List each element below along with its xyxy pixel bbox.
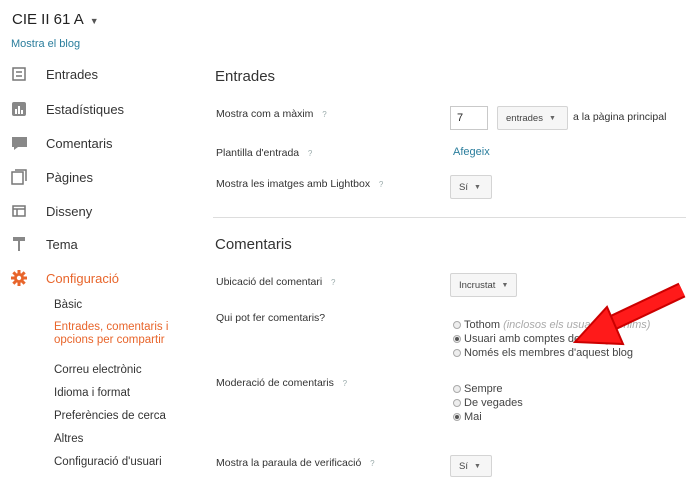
sidebar-subitem-language[interactable]: Idioma i format — [54, 387, 130, 400]
who-option-google-users[interactable]: Usuari amb comptes de Google — [453, 332, 619, 345]
who-option-members[interactable]: Només els membres d'aquest blog — [453, 346, 633, 359]
pages-icon — [10, 169, 28, 185]
radio-button[interactable] — [453, 384, 461, 393]
blog-name: CIE II 61 A — [12, 11, 84, 28]
sidebar-item-label: Disseny — [46, 203, 93, 219]
sidebar-subitem-label-line1: Entrades, comentaris i — [54, 321, 169, 333]
posts-icon — [10, 66, 28, 82]
comment-location-value: Incrustat — [459, 279, 496, 291]
radio-label: Només els membres d'aquest blog — [464, 346, 634, 359]
moderation-label-text: Moderació de comentaris — [216, 377, 334, 389]
radio-button[interactable] — [453, 320, 461, 329]
chevron-down-icon: ▼ — [89, 15, 99, 26]
help-icon[interactable]: ? — [367, 459, 377, 469]
sidebar-item-pages[interactable]: Pàgines — [10, 167, 93, 187]
help-icon[interactable]: ? — [305, 149, 315, 159]
help-icon[interactable]: ? — [328, 278, 338, 288]
moderation-label: Moderació de comentaris? — [216, 377, 350, 389]
sidebar-item-layout[interactable]: Disseny — [10, 201, 92, 221]
lightbox-select[interactable]: Sí ▼ — [450, 175, 492, 199]
sidebar-item-settings[interactable]: Configuració — [10, 268, 119, 288]
moderation-option-sometimes[interactable]: De vegades — [453, 396, 523, 409]
radio-label: Sempre — [464, 382, 503, 395]
chevron-down-icon: ▼ — [473, 183, 481, 191]
sidebar-subitem-search[interactable]: Preferències de cerca — [54, 410, 166, 423]
sidebar-subitem-other[interactable]: Altres — [54, 433, 83, 446]
sidebar-subitem-basic[interactable]: Bàsic — [54, 299, 82, 312]
radio-note: (inclosos els usuaris anònims) — [503, 318, 651, 331]
who-option-anyone[interactable]: Tothom (inclosos els usuaris anònims) — [453, 318, 650, 331]
captcha-label: Mostra la paraula de verificació? — [216, 457, 377, 469]
help-icon[interactable]: ? — [340, 379, 350, 389]
sidebar-subitem-email[interactable]: Correu electrònic — [54, 364, 142, 377]
radio-label: Tothom — [464, 318, 501, 331]
radio-button[interactable] — [453, 398, 461, 407]
red-arrow-annotation — [572, 282, 686, 346]
comment-location-label: Ubicació del comentari? — [216, 276, 338, 288]
gear-icon — [10, 270, 28, 286]
layout-icon — [10, 203, 28, 219]
sidebar-item-label: Entrades — [46, 66, 99, 82]
posts-unit-value: entrades — [506, 112, 543, 124]
max-posts-label-text: Mostra com a màxim — [216, 108, 314, 120]
sidebar-item-label: Pàgines — [46, 169, 93, 185]
sidebar-item-theme[interactable]: Tema — [10, 234, 78, 254]
sidebar-item-label: Comentaris — [46, 135, 113, 151]
radio-label: Mai — [464, 410, 482, 423]
radio-label: Usuari amb comptes de Google — [464, 332, 619, 345]
posts-unit-select[interactable]: entrades ▼ — [497, 106, 568, 130]
radio-button[interactable] — [453, 334, 461, 343]
post-template-label: Plantilla d'entrada? — [216, 147, 315, 159]
chevron-down-icon: ▼ — [548, 114, 556, 122]
help-icon[interactable]: ? — [319, 110, 329, 120]
chevron-down-icon: ▼ — [501, 281, 509, 289]
post-template-label-text: Plantilla d'entrada — [216, 147, 300, 159]
moderation-option-always[interactable]: Sempre — [453, 382, 503, 395]
radio-button[interactable] — [453, 348, 461, 357]
captcha-label-text: Mostra la paraula de verificació — [216, 457, 362, 469]
max-posts-input[interactable]: 7 — [450, 106, 488, 130]
section-divider — [213, 217, 686, 218]
theme-icon — [10, 236, 28, 252]
stats-icon — [10, 101, 28, 117]
captcha-value: Sí — [459, 460, 468, 472]
comments-icon — [10, 135, 28, 151]
view-blog-link[interactable]: Mostra el blog — [11, 38, 80, 50]
sidebar-item-stats[interactable]: Estadístiques — [10, 99, 124, 119]
sidebar-item-label: Tema — [46, 236, 78, 252]
section-title-posts: Entrades — [215, 68, 276, 85]
sidebar-item-label: Configuració — [46, 270, 119, 286]
max-posts-label: Mostra com a màxim? — [216, 108, 329, 120]
sidebar-item-comments[interactable]: Comentaris — [10, 133, 112, 153]
section-title-comments: Comentaris — [215, 236, 292, 253]
lightbox-label-text: Mostra les imatges amb Lightbox — [216, 178, 371, 190]
who-can-comment-label: Qui pot fer comentaris? — [216, 312, 326, 324]
sidebar-item-posts[interactable]: Entrades — [10, 64, 98, 84]
max-posts-suffix: a la pàgina principal — [573, 111, 667, 123]
captcha-select[interactable]: Sí ▼ — [450, 455, 492, 477]
radio-label: De vegades — [464, 396, 523, 409]
sidebar-subitem-user-settings[interactable]: Configuració d'usuari — [54, 456, 162, 469]
lightbox-value: Sí — [459, 181, 468, 193]
comment-location-label-text: Ubicació del comentari — [216, 276, 323, 288]
blog-selector[interactable]: CIE II 61 A ▼ — [12, 11, 99, 28]
chevron-down-icon: ▼ — [473, 462, 481, 470]
add-template-link[interactable]: Afegeix — [453, 146, 490, 158]
help-icon[interactable]: ? — [376, 180, 386, 190]
comment-location-select[interactable]: Incrustat ▼ — [450, 273, 517, 297]
moderation-option-never[interactable]: Mai — [453, 410, 482, 423]
sidebar-subitem-posts-comments[interactable]: Entrades, comentaris i opcions per compa… — [54, 321, 168, 347]
radio-button[interactable] — [453, 412, 461, 421]
lightbox-label: Mostra les imatges amb Lightbox? — [216, 178, 386, 190]
sidebar-subitem-label-line2: opcions per compartir — [54, 334, 165, 346]
sidebar-item-label: Estadístiques — [46, 101, 125, 117]
